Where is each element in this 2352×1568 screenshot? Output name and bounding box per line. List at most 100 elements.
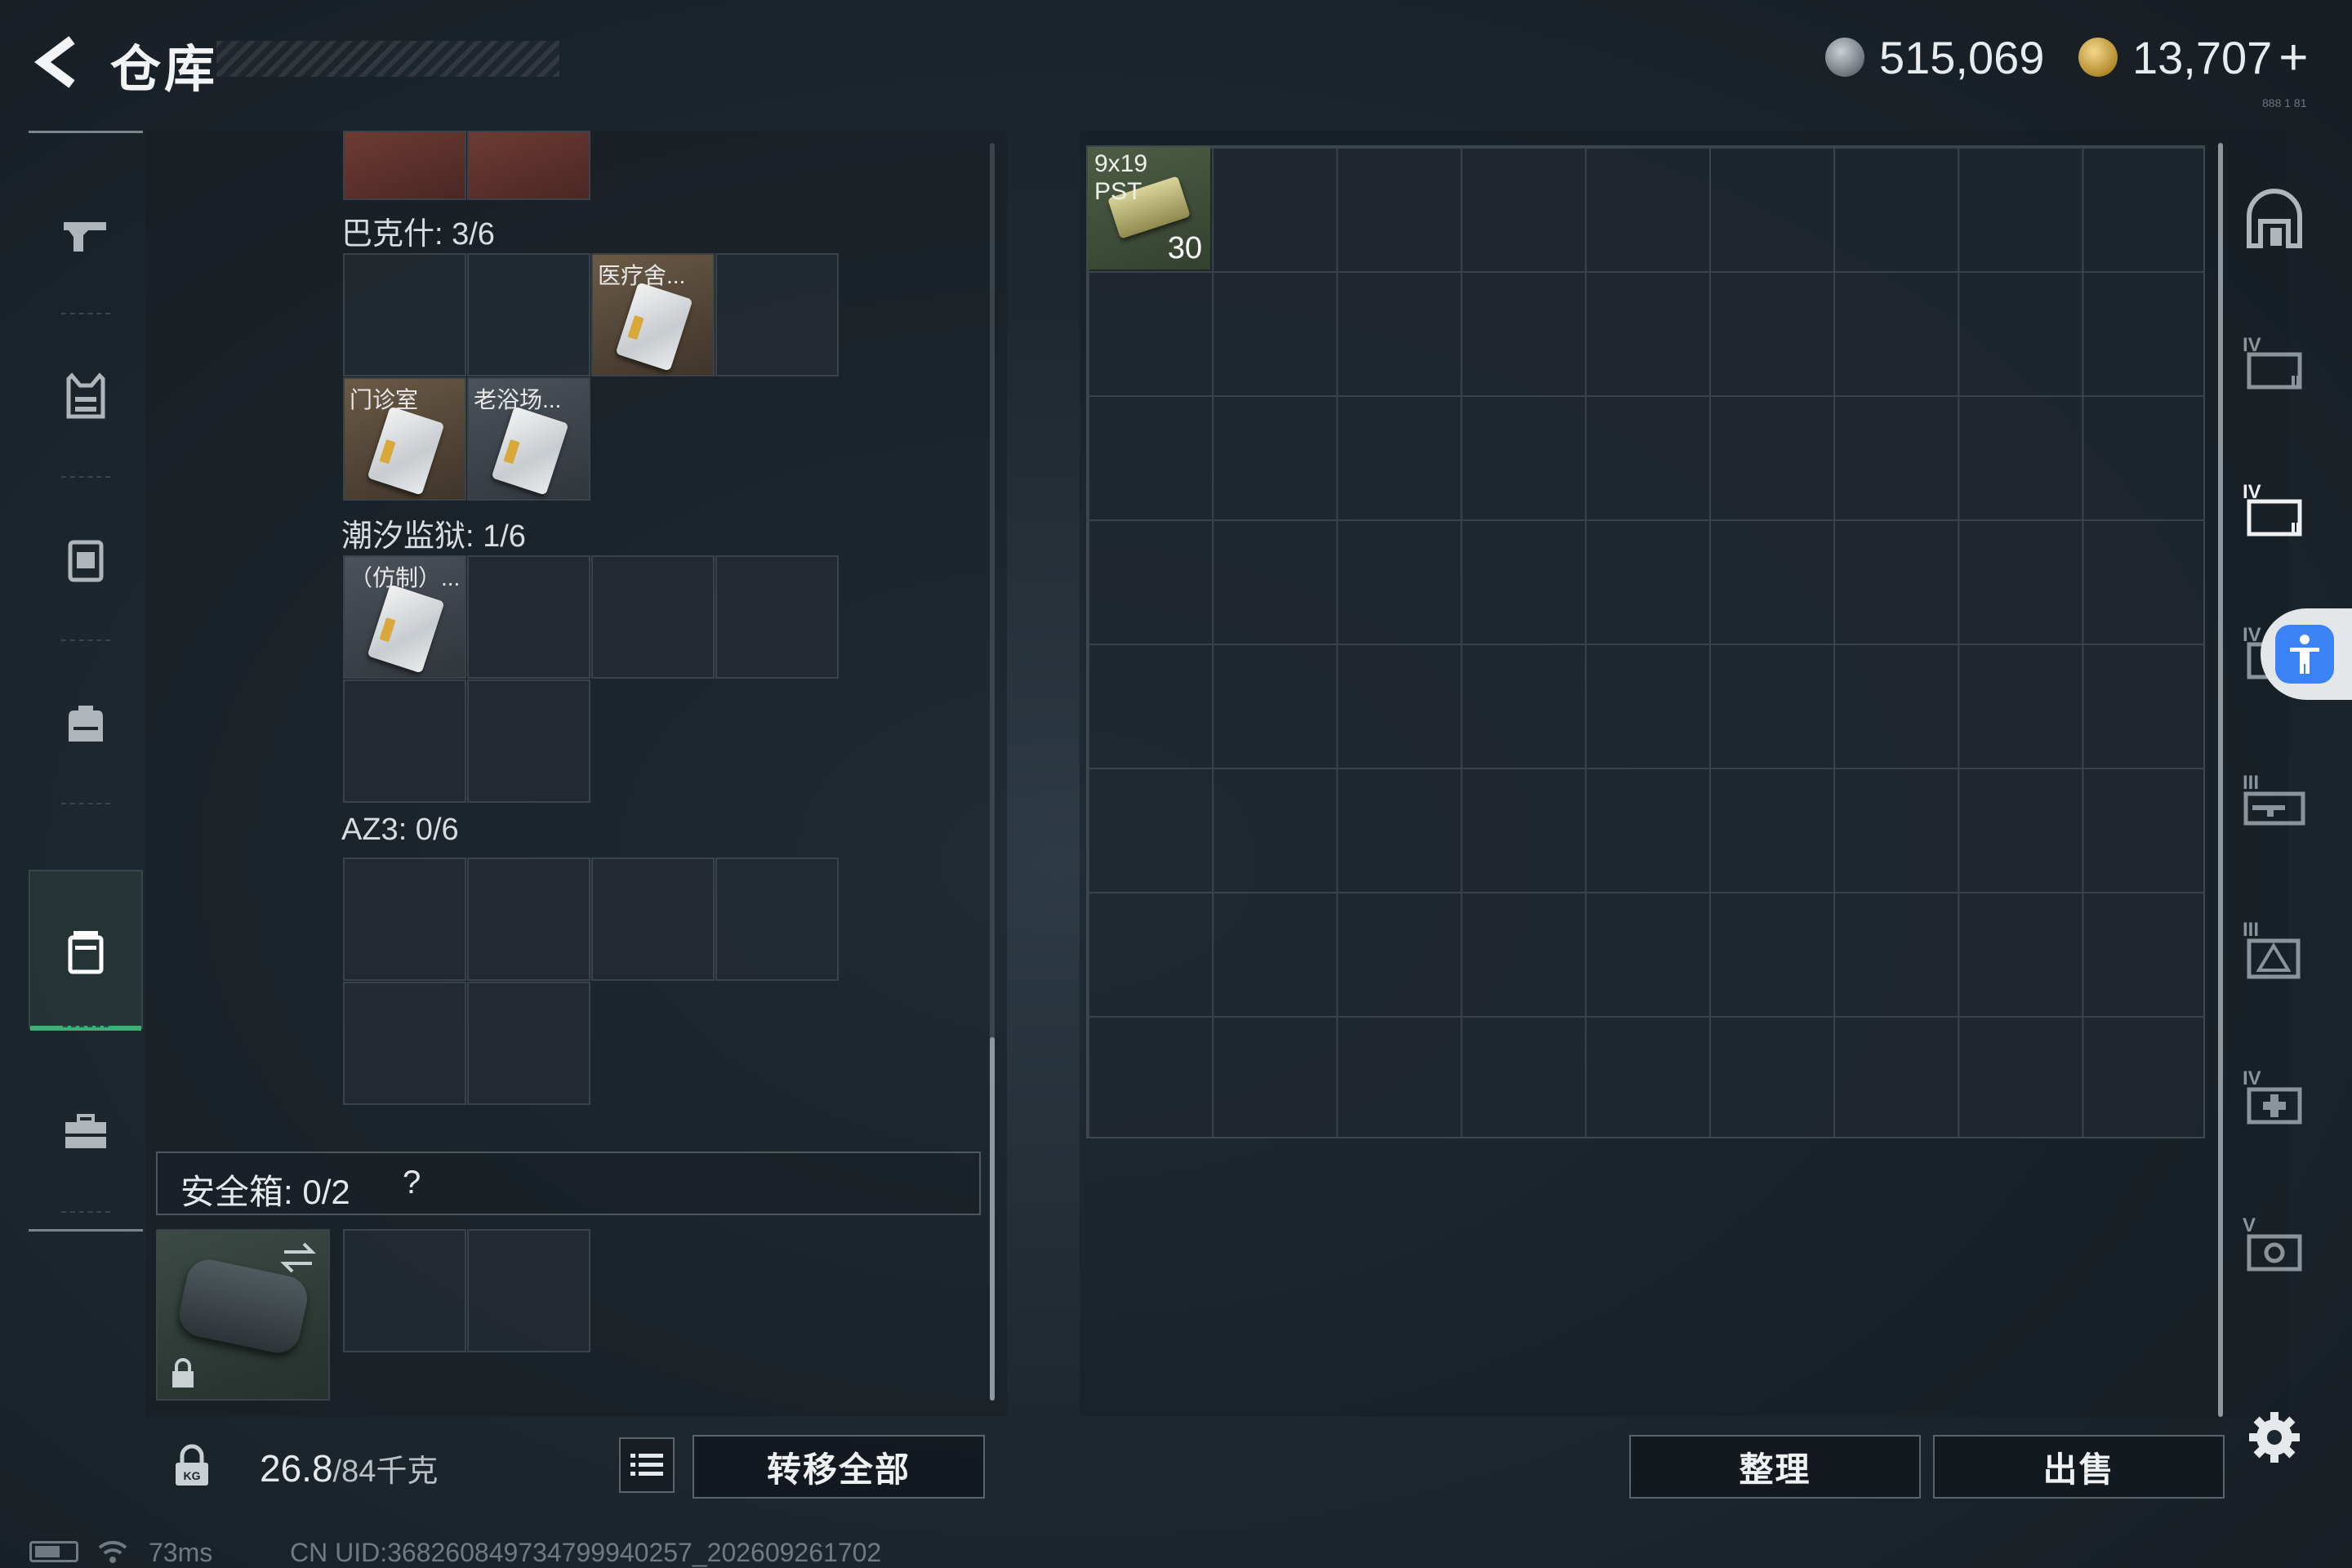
rig-icon — [68, 540, 104, 582]
wifi-icon — [98, 1540, 127, 1563]
empty-slot[interactable] — [591, 858, 715, 981]
stash-home-button[interactable] — [2238, 184, 2311, 257]
ping-readout: 73ms — [149, 1538, 213, 1567]
key-card-item[interactable]: （仿制）... — [343, 555, 466, 679]
svg-text:KG: KG — [184, 1469, 201, 1482]
left-scroll-thumb[interactable] — [990, 1037, 995, 1401]
cassette-case-v-icon: V — [2243, 1214, 2302, 1272]
key-card-icon — [367, 584, 445, 674]
item-slot[interactable] — [467, 131, 590, 200]
group-label-az3: AZ3: 0/6 — [341, 813, 459, 847]
safe-box-label: 安全箱: 0/2 — [180, 1173, 350, 1211]
empty-slot[interactable] — [467, 858, 590, 981]
empty-slot[interactable] — [343, 679, 466, 803]
empty-slot[interactable] — [715, 858, 839, 981]
medical-case-iv-button[interactable]: IV — [2238, 1062, 2311, 1135]
empty-slot[interactable] — [467, 679, 590, 803]
item-count: 30 — [1167, 231, 1202, 265]
item-slot[interactable] — [343, 131, 466, 200]
item-name: 门诊室 — [350, 387, 419, 412]
item-name: 9x19 PST — [1094, 150, 1147, 206]
svg-text:IV: IV — [2243, 1067, 2261, 1089]
weight-current: 26.8 — [260, 1447, 333, 1490]
currency-silver: 515,069 — [1825, 31, 2044, 83]
medical-case-iv-icon: IV — [2243, 1067, 2302, 1125]
lock-icon — [172, 1358, 194, 1388]
key-card-item[interactable]: 老浴场... — [467, 377, 590, 501]
cassette-case-v-button[interactable]: V — [2238, 1209, 2311, 1282]
back-button[interactable] — [24, 29, 90, 95]
title-decoration — [216, 41, 559, 77]
key-case-iv-icon: IV — [2243, 334, 2302, 390]
chevron-left-icon — [34, 36, 75, 88]
sidebar-item-weapons[interactable] — [29, 151, 143, 314]
accessibility-icon — [2290, 635, 2319, 674]
pistol-icon — [64, 222, 106, 252]
gold-coin-icon — [2078, 38, 2118, 77]
safe-box-header: 安全箱: 0/2 ? — [156, 1152, 981, 1215]
key-case-iv-button[interactable]: IV — [2238, 327, 2311, 400]
stash-grid[interactable] — [1086, 145, 2205, 1138]
settings-gear-icon[interactable] — [2246, 1409, 2303, 1466]
battery-icon — [29, 1541, 78, 1562]
vest-icon — [66, 372, 105, 419]
empty-slot[interactable] — [343, 253, 466, 376]
empty-slot[interactable] — [467, 253, 590, 376]
group-label-bakshi: 巴克什: 3/6 — [341, 217, 495, 252]
ammo-caliber: 9x19 — [1094, 150, 1148, 177]
weapon-case-iii-button[interactable]: III — [2238, 768, 2311, 841]
sidebar-item-container[interactable] — [29, 870, 143, 1031]
sell-button[interactable]: 出售 — [1933, 1435, 2225, 1499]
empty-slot[interactable] — [715, 555, 839, 679]
empty-slot[interactable] — [715, 253, 839, 376]
silver-coin-icon — [1825, 38, 1864, 77]
weapon-case-iii-icon: III — [2243, 772, 2305, 826]
key-card-item[interactable]: 医疗舍... — [591, 253, 715, 376]
transfer-all-button[interactable]: 转移全部 — [693, 1435, 985, 1499]
toolbox-icon — [65, 1114, 106, 1148]
item-name: 老浴场... — [474, 387, 562, 412]
key-card-item[interactable]: 门诊室 — [343, 377, 466, 501]
key-case-iv-button-active[interactable]: IV — [2238, 474, 2311, 547]
currency-gold: 13,707 + — [2078, 29, 2309, 86]
key-card-icon — [491, 406, 569, 496]
right-scrollbar[interactable] — [2218, 143, 2223, 1417]
safe-slot[interactable] — [343, 1229, 466, 1352]
sidebar-divider — [29, 131, 143, 133]
category-sidebar — [29, 131, 143, 1233]
ammo-case-iii-icon: III — [2243, 919, 2301, 979]
gold-amount: 13,707 — [2132, 31, 2273, 83]
empty-slot[interactable] — [467, 982, 590, 1105]
stash-home-icon — [2247, 189, 2302, 248]
status-bar: 73ms CN UID:368260849734799940257_202609… — [0, 1531, 2352, 1568]
item-name: 医疗舍... — [598, 263, 686, 288]
sidebar-item-tools[interactable] — [29, 1049, 143, 1213]
weight-readout: 26.8/84千克 — [260, 1446, 438, 1490]
sidebar-item-armor[interactable] — [29, 314, 143, 478]
accessibility-button[interactable] — [2261, 608, 2352, 700]
ammo-type: PST — [1094, 178, 1143, 205]
empty-slot[interactable] — [467, 555, 590, 679]
add-currency-button[interactable]: + — [2278, 29, 2308, 87]
help-button[interactable]: ? — [403, 1165, 421, 1201]
sidebar-item-backpack[interactable] — [29, 641, 143, 804]
sort-button[interactable]: 整理 — [1629, 1435, 1921, 1499]
swap-icon[interactable] — [278, 1237, 318, 1278]
key-card-icon — [367, 406, 445, 496]
safe-box-container[interactable] — [156, 1229, 330, 1401]
svg-text:III: III — [2243, 919, 2259, 941]
accessibility-badge — [2275, 625, 2334, 684]
silver-amount: 515,069 — [1879, 31, 2045, 83]
empty-slot[interactable] — [343, 982, 466, 1105]
empty-slot[interactable] — [591, 555, 715, 679]
safe-slot[interactable] — [467, 1229, 590, 1352]
ammo-item[interactable]: 9x19 PST 30 — [1088, 147, 1210, 270]
ammo-case-iii-button[interactable]: III — [2238, 915, 2311, 988]
case-icon — [68, 930, 104, 973]
empty-slot[interactable] — [343, 858, 466, 981]
list-view-button[interactable] — [619, 1437, 675, 1493]
weight-max: /84千克 — [332, 1454, 439, 1489]
version-hint: 888 1 81 — [2262, 96, 2307, 109]
sidebar-item-chest-rig[interactable] — [29, 478, 143, 641]
backpack-icon — [69, 706, 103, 742]
